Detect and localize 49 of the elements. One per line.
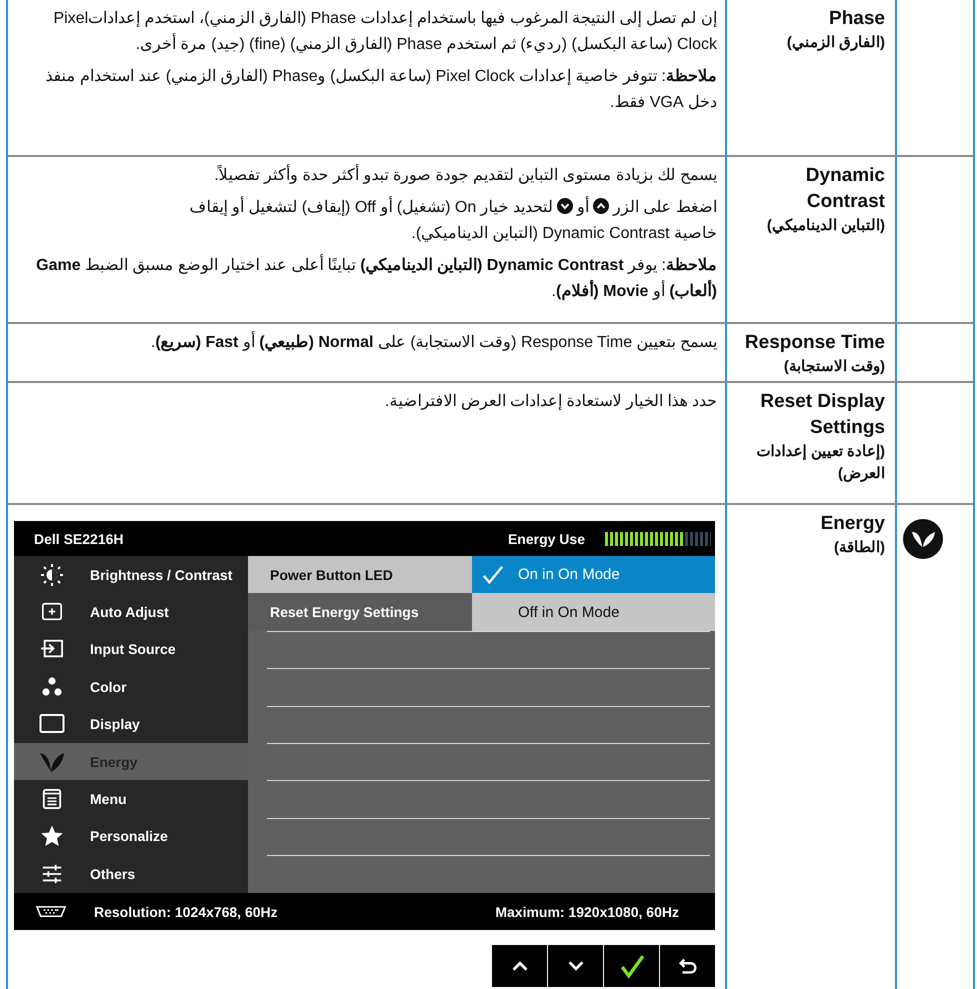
display-icon <box>39 713 65 736</box>
setting-name-arabic: (التباين الديناميكي) <box>766 216 885 236</box>
setting-name-arabic: (الطاقة) <box>834 538 885 558</box>
setting-name-arabic: (الفارق الزمني) <box>786 33 885 53</box>
description-text: حدد هذا الخيار لاستعادة إعدادات العرض الافتراضية. <box>384 392 717 412</box>
osd-menu-item[interactable]: Display <box>14 706 248 743</box>
osd-menu-item[interactable]: Color <box>14 668 248 706</box>
osd-submenu-item[interactable]: Power Button LED <box>248 556 472 594</box>
osd-menu-item[interactable]: Menu <box>14 780 248 818</box>
setting-name: Dynamic Contrast <box>804 164 885 214</box>
resolution-text: Resolution: 1024x768, 60Hz <box>94 904 279 920</box>
setting-name: Response Time <box>744 331 885 355</box>
maximum-resolution-text: Maximum: 1920x1080, 60Hz <box>495 904 679 920</box>
energy-use-label: Energy Use <box>508 530 585 546</box>
setting-name-arabic: (إعادة تعيين إعدادات العرض) <box>756 442 885 484</box>
star-icon <box>40 824 64 848</box>
brightness-icon <box>40 562 64 587</box>
confirm-button[interactable] <box>604 945 659 987</box>
osd-menu-item[interactable]: Others <box>14 855 248 893</box>
down-button[interactable] <box>548 945 603 987</box>
checkmark-icon <box>618 953 644 979</box>
sliders-icon <box>40 862 64 885</box>
description-text: يسمح لك بزيادة مستوى التباين لتقديم جودة صورة تبدو أكثر حدة وأكثر تفصيلاً. <box>16 163 717 189</box>
osd-menu-item[interactable]: Brightness / Contrast <box>14 556 248 594</box>
setting-name: Energy <box>820 512 885 536</box>
osd-submenu-item[interactable]: Reset Energy Settings <box>248 593 472 631</box>
osd-option[interactable]: Off in On Mode <box>472 593 715 631</box>
down-button-icon <box>557 198 574 214</box>
description-text: اضغط على الزر <box>613 199 717 216</box>
setting-name-arabic: (وقت الاستجابة) <box>784 357 885 377</box>
description-text: ملاحظة: يوفر Dynamic Contrast (التباين الديناميكي) تباينًا أعلى عند اختيار الوضع مسبق الضبط Game (ألعاب) أو Movie (أفلام). <box>16 253 717 305</box>
osd-menu-item[interactable]: Personalize <box>14 818 248 856</box>
setting-name: Phase <box>829 7 885 31</box>
vga-port-icon <box>34 904 68 919</box>
checkmark-icon <box>482 564 504 586</box>
back-button[interactable] <box>660 945 715 987</box>
input-source-icon <box>39 638 65 660</box>
osd-option[interactable]: On in On Mode <box>472 556 715 594</box>
description-text: ملاحظة: تتوفر خاصية إعدادات Pixel Clock (ساعة البكسل) وPhase (الفارق الزمني) عند استخدام منفذ دخل VGA فقط. <box>44 67 717 113</box>
osd-menu-item[interactable]: Auto Adjust <box>14 593 248 631</box>
up-button-icon <box>593 198 610 214</box>
osd-menu-item[interactable]: Input Source <box>14 630 248 668</box>
up-button[interactable] <box>492 945 547 987</box>
description-text: يسمح بتعيين Response Time (وقت الاستجابة) على Normal (طبيعي) أو Fast (سريع). <box>16 330 717 356</box>
description-text: إن لم تصل إلى النتيجة المرغوب فيها باستخدام إعدادات Phase (الفارق الزمني)، استخدم إعداداتPixel Clock (ساعة البكسل) (رديء) ثم استخدم Phase (الفارق الزمني) (fine) (جيد) مرة أخرى. <box>52 9 717 55</box>
monitor-model: Dell SE2216H <box>34 530 124 546</box>
setting-name: Reset Display Settings <box>759 390 885 440</box>
description-text: خاصية Dynamic Contrast (التباين الديناميكي). <box>411 225 717 242</box>
menu-icon <box>42 788 62 810</box>
